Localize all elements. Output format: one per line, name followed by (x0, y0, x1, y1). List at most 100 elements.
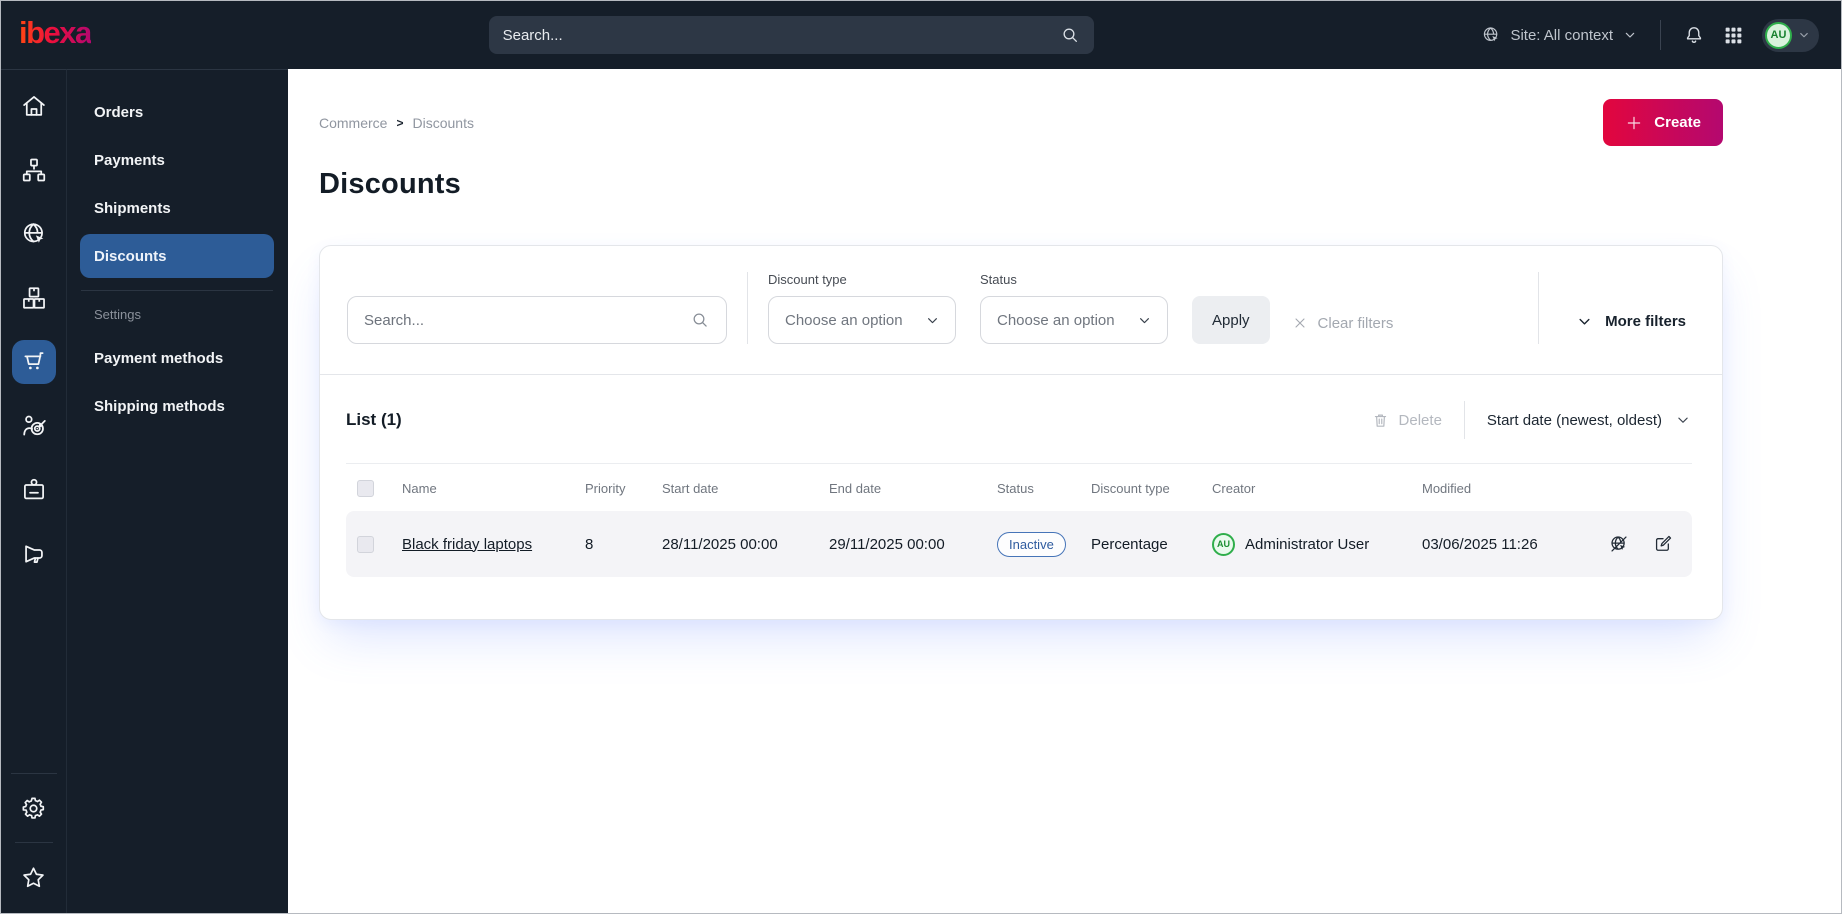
list-header-divider (1463, 401, 1465, 439)
page-title: Discounts (319, 168, 461, 200)
chevron-down-icon (1674, 411, 1692, 429)
rail-divider (14, 842, 53, 843)
home-icon (20, 92, 48, 120)
submenu-item-shipments[interactable]: Shipments (80, 186, 274, 230)
status-value: Choose an option (997, 311, 1115, 329)
discount-type-cell: Percentage (1091, 535, 1168, 553)
edit-icon[interactable] (1646, 527, 1680, 561)
discount-type-filter: Discount type Choose an option (768, 272, 956, 344)
column-header-modified: Modified (1422, 481, 1472, 496)
avatar: AU (1212, 532, 1235, 556)
products-boxes-icon (20, 284, 48, 312)
more-filters-label: More filters (1605, 312, 1686, 330)
creator-name: Administrator User (1245, 535, 1370, 553)
chevron-down-icon (1136, 312, 1153, 329)
submenu-item-shipping-methods[interactable]: Shipping methods (80, 384, 274, 428)
sidebar-item-site[interactable] (12, 212, 56, 256)
sidebar-item-commerce[interactable] (11, 340, 56, 384)
site-context-selector[interactable]: Site: All context (1481, 25, 1638, 45)
topbar-divider (1660, 20, 1661, 50)
notifications-bell-icon[interactable] (1683, 24, 1705, 46)
content-tree-icon (20, 156, 48, 184)
filters-bar: Discount type Choose an option Status Ch… (320, 246, 1722, 375)
start-date-cell: 28/11/2025 00:00 (662, 535, 778, 553)
user-menu[interactable]: AU (1762, 18, 1819, 52)
global-search-input[interactable] (502, 26, 1060, 44)
submenu-item-discounts[interactable]: Discounts (80, 234, 274, 278)
site-globe-cursor-icon (20, 220, 48, 248)
delete-button-label: Delete (1398, 411, 1442, 429)
submenu-item-orders[interactable]: Orders (80, 90, 274, 134)
sidebar-item-bookmarks[interactable] (12, 855, 56, 899)
commerce-cart-icon (20, 348, 48, 376)
site-preview-disabled-icon[interactable] (1602, 527, 1636, 561)
site-globe-icon (1481, 25, 1501, 45)
discount-type-value: Choose an option (785, 311, 903, 329)
list-header: List (1) Delete Start date (newest, olde… (346, 401, 1692, 439)
id-badge-icon (20, 476, 48, 504)
main-nav-rail (1, 69, 67, 913)
breadcrumb-commerce[interactable]: Commerce (319, 115, 387, 131)
sort-label: Start date (newest, oldest) (1486, 411, 1662, 429)
apply-button[interactable]: Apply (1192, 296, 1270, 344)
row-actions (1596, 527, 1692, 561)
creator-cell: AU Administrator User (1212, 532, 1422, 556)
sidebar-item-users[interactable] (12, 468, 56, 512)
submenu-section-settings: Settings (94, 307, 141, 322)
column-header-start-date: Start date (662, 481, 719, 496)
chevron-down-icon (1575, 312, 1594, 331)
breadcrumb-discounts: Discounts (412, 114, 474, 131)
search-icon[interactable] (1060, 25, 1080, 45)
column-header-priority: Priority (585, 481, 626, 496)
customer-target-icon (20, 412, 48, 440)
more-filters-button[interactable]: More filters (1575, 312, 1686, 331)
discount-name-link[interactable]: Black friday laptops (402, 536, 532, 553)
submenu-item-payments[interactable]: Payments (80, 138, 274, 182)
table-rule (346, 463, 1692, 464)
sidebar-item-content-tree[interactable] (12, 148, 56, 192)
filter-search-input[interactable] (364, 311, 690, 329)
column-header-name: Name (402, 481, 437, 496)
site-context-label: Site: All context (1510, 26, 1613, 44)
sidebar-item-settings[interactable] (12, 786, 56, 830)
sort-dropdown[interactable]: Start date (newest, oldest) (1487, 411, 1692, 429)
create-button[interactable]: Create (1603, 99, 1723, 146)
avatar: AU (1765, 21, 1792, 49)
delete-button[interactable]: Delete (1371, 411, 1442, 430)
chevron-down-icon (924, 312, 941, 329)
filters-divider (1538, 272, 1540, 344)
select-all-checkbox[interactable] (357, 480, 374, 497)
sidebar-item-home[interactable] (12, 84, 56, 128)
list-section: List (1) Delete Start date (newest, olde… (320, 375, 1722, 619)
main-content: Commerce > Discounts Create Discounts Se… (288, 69, 1841, 913)
apps-grid-icon[interactable] (1723, 25, 1744, 46)
app-body: Orders Payments Shipments Discounts Sett… (1, 69, 1841, 913)
topbar-center (91, 16, 1482, 54)
topbar: ibexa Site: A (1, 1, 1841, 69)
clear-filters-label: Clear filters (1317, 314, 1394, 332)
status-badge: Inactive (997, 531, 1066, 557)
create-button-label: Create (1654, 114, 1701, 131)
sidebar-item-marketing[interactable] (12, 532, 56, 576)
column-header-discount-type: Discount type (1091, 481, 1170, 496)
table-header: Name Priority Start date End date Status… (346, 480, 1692, 497)
row-checkbox[interactable] (357, 535, 374, 553)
status-select[interactable]: Choose an option (980, 296, 1168, 344)
submenu-item-payment-methods[interactable]: Payment methods (80, 336, 274, 380)
gear-icon (20, 795, 47, 822)
trash-icon (1371, 411, 1390, 430)
submenu-divider (81, 290, 273, 291)
discount-type-select[interactable]: Choose an option (768, 296, 956, 344)
list-title: List (1) (346, 410, 402, 429)
column-header-status: Status (997, 481, 1034, 496)
clear-filters-button[interactable]: Clear filters (1292, 314, 1394, 332)
search-icon[interactable] (690, 310, 710, 330)
sidebar-item-products[interactable] (12, 276, 56, 320)
breadcrumb: Commerce > Discounts (319, 115, 474, 131)
global-search (488, 16, 1094, 54)
sidebar-item-customers[interactable] (12, 404, 56, 448)
filters-divider (747, 272, 748, 344)
status-filter: Status Choose an option (980, 272, 1168, 344)
chevron-down-icon (1622, 27, 1638, 43)
topbar-right: Site: All context AU (1481, 18, 1819, 52)
